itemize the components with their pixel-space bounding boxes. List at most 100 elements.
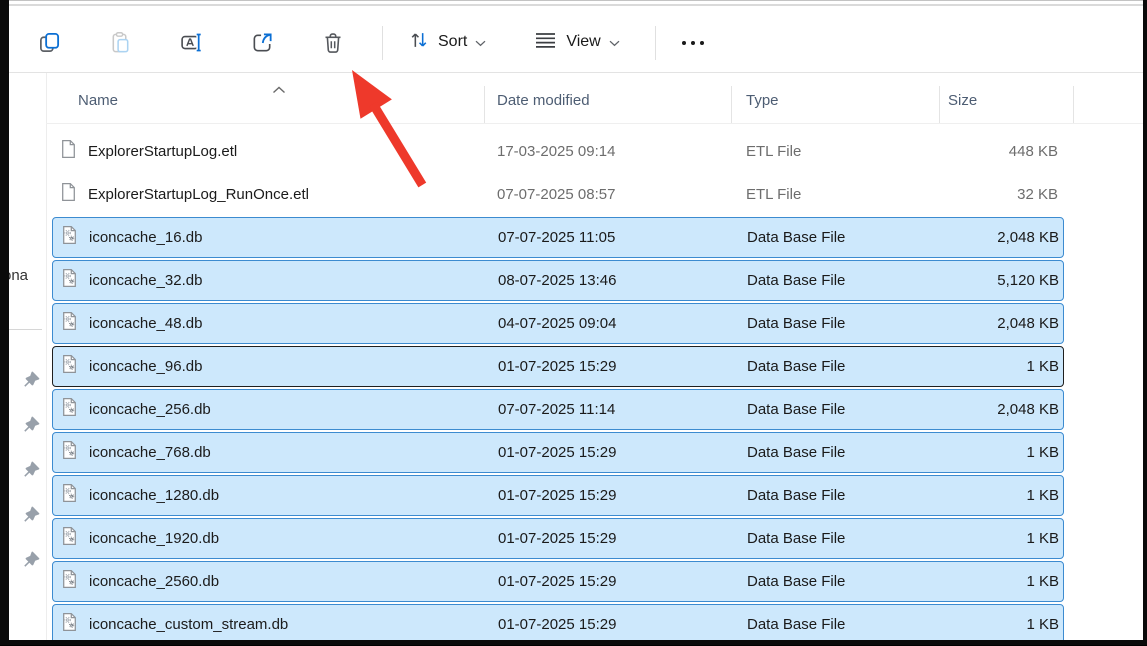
file-row[interactable]: ExplorerStartupLog.etl 17-03-2025 09:14 … xyxy=(9,130,1143,173)
file-name: iconcache_256.db xyxy=(89,401,211,418)
document-file-icon xyxy=(60,182,77,207)
sort-button[interactable]: Sort xyxy=(400,23,494,63)
file-date-modified: 04-07-2025 09:04 xyxy=(498,315,747,332)
column-header-type[interactable]: Type xyxy=(746,92,779,109)
file-name: iconcache_768.db xyxy=(89,444,211,461)
column-header-size[interactable]: Size xyxy=(948,92,977,109)
more-options-icon xyxy=(680,38,706,48)
file-size: 1 KB xyxy=(941,616,1065,633)
file-date-modified: 01-07-2025 15:29 xyxy=(498,530,747,547)
crop-border-bottom xyxy=(0,640,1147,645)
file-name: iconcache_custom_stream.db xyxy=(89,616,288,633)
copy-button[interactable] xyxy=(27,23,71,63)
file-date-modified: 01-07-2025 15:29 xyxy=(498,573,747,590)
file-row[interactable]: iconcache_48.db 04-07-2025 09:04 Data Ba… xyxy=(9,302,1143,345)
share-button[interactable] xyxy=(240,23,284,63)
database-file-icon xyxy=(61,440,78,465)
file-size: 2,048 KB xyxy=(941,229,1065,246)
toolbar-divider xyxy=(382,26,383,60)
file-date-modified: 01-07-2025 15:29 xyxy=(498,444,747,461)
column-header-name[interactable]: Name xyxy=(78,92,118,109)
view-label: View xyxy=(566,34,600,52)
command-toolbar: Sort View xyxy=(9,14,1143,71)
file-type: Data Base File xyxy=(747,315,941,332)
file-row[interactable]: iconcache_1920.db 01-07-2025 15:29 Data … xyxy=(9,517,1143,560)
database-file-icon xyxy=(61,311,78,336)
sort-icon xyxy=(408,29,430,56)
database-file-icon xyxy=(61,397,78,422)
file-type: Data Base File xyxy=(747,573,941,590)
rename-icon xyxy=(180,31,203,54)
file-type: Data Base File xyxy=(747,616,941,633)
file-date-modified: 01-07-2025 15:29 xyxy=(498,487,747,504)
file-name: iconcache_16.db xyxy=(89,229,202,246)
toolbar-bottom-border xyxy=(9,72,1143,73)
file-row[interactable]: iconcache_2560.db 01-07-2025 15:29 Data … xyxy=(9,560,1143,603)
paste-icon xyxy=(109,31,132,54)
column-divider[interactable] xyxy=(484,86,485,123)
chevron-down-icon xyxy=(609,34,620,52)
file-name: iconcache_1280.db xyxy=(89,487,219,504)
file-size: 2,048 KB xyxy=(941,401,1065,418)
chevron-down-icon xyxy=(475,34,486,52)
file-row[interactable]: iconcache_1280.db 01-07-2025 15:29 Data … xyxy=(9,474,1143,517)
file-size: 1 KB xyxy=(941,573,1065,590)
database-file-icon xyxy=(61,354,78,379)
file-type: Data Base File xyxy=(747,229,941,246)
crop-border-left xyxy=(0,0,9,645)
file-name: iconcache_1920.db xyxy=(89,530,219,547)
file-date-modified: 07-07-2025 08:57 xyxy=(497,186,746,203)
window-top-hairline xyxy=(9,0,1143,1)
database-file-icon xyxy=(61,569,78,594)
view-button[interactable]: View xyxy=(525,23,627,63)
file-type: Data Base File xyxy=(747,358,941,375)
file-type: Data Base File xyxy=(747,487,941,504)
sort-label: Sort xyxy=(438,34,467,52)
column-divider[interactable] xyxy=(731,86,732,123)
database-file-icon xyxy=(61,483,78,508)
share-icon xyxy=(251,31,274,54)
window-top-band xyxy=(9,4,1143,6)
header-bottom-border xyxy=(46,123,1143,124)
file-date-modified: 01-07-2025 15:29 xyxy=(498,358,747,375)
crop-border-right xyxy=(1143,0,1147,645)
file-type: Data Base File xyxy=(747,530,941,547)
file-size: 1 KB xyxy=(941,530,1065,547)
file-type: ETL File xyxy=(746,186,940,203)
copy-icon xyxy=(38,31,61,54)
rename-button[interactable] xyxy=(169,23,213,63)
toolbar-divider xyxy=(655,26,656,60)
view-icon xyxy=(533,29,558,56)
explorer-window: Sort View on xyxy=(9,0,1143,640)
file-date-modified: 01-07-2025 15:29 xyxy=(498,616,747,633)
file-size: 2,048 KB xyxy=(941,315,1065,332)
file-size: 448 KB xyxy=(940,143,1064,160)
file-date-modified: 17-03-2025 09:14 xyxy=(497,143,746,160)
file-size: 5,120 KB xyxy=(941,272,1065,289)
file-row[interactable]: iconcache_96.db 01-07-2025 15:29 Data Ba… xyxy=(9,345,1143,388)
file-name: iconcache_2560.db xyxy=(89,573,219,590)
database-file-icon xyxy=(61,268,78,293)
file-row[interactable]: iconcache_16.db 07-07-2025 11:05 Data Ba… xyxy=(9,216,1143,259)
file-row[interactable]: ExplorerStartupLog_RunOnce.etl 07-07-202… xyxy=(9,173,1143,216)
file-type: Data Base File xyxy=(747,444,941,461)
file-size: 1 KB xyxy=(941,444,1065,461)
delete-button[interactable] xyxy=(311,23,355,63)
file-name: iconcache_32.db xyxy=(89,272,202,289)
file-row[interactable]: iconcache_32.db 08-07-2025 13:46 Data Ba… xyxy=(9,259,1143,302)
column-divider[interactable] xyxy=(1073,86,1074,123)
file-type: Data Base File xyxy=(747,401,941,418)
column-divider[interactable] xyxy=(939,86,940,123)
paste-button[interactable] xyxy=(98,23,142,63)
file-row[interactable]: iconcache_768.db 01-07-2025 15:29 Data B… xyxy=(9,431,1143,474)
delete-icon xyxy=(321,31,345,55)
file-row[interactable]: iconcache_256.db 07-07-2025 11:14 Data B… xyxy=(9,388,1143,431)
database-file-icon xyxy=(61,225,78,250)
sort-ascending-indicator xyxy=(272,81,286,99)
file-size: 1 KB xyxy=(941,358,1065,375)
file-date-modified: 07-07-2025 11:14 xyxy=(498,401,747,418)
database-file-icon xyxy=(61,612,78,637)
file-name: ExplorerStartupLog_RunOnce.etl xyxy=(88,186,309,203)
column-header-date-modified[interactable]: Date modified xyxy=(497,92,590,109)
more-options-button[interactable] xyxy=(671,23,715,63)
